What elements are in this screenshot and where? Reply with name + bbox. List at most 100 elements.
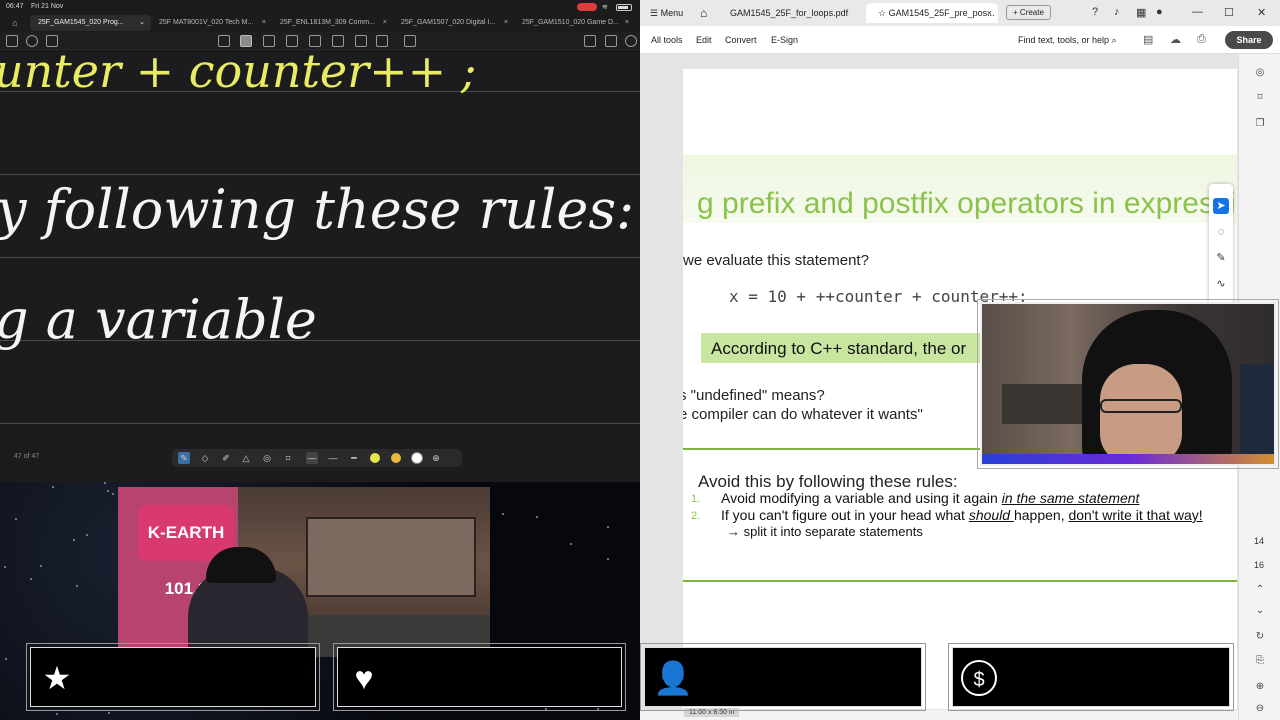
lasso-tool-icon[interactable]: ◎ xyxy=(261,452,273,464)
color-swatch-yellow[interactable] xyxy=(370,453,380,463)
heart-icon: ♥ xyxy=(354,660,374,696)
thickness-bold-icon[interactable]: ━ xyxy=(348,452,360,464)
like-alert-box: ♥ xyxy=(333,643,626,711)
studio-window xyxy=(306,517,476,597)
add-page-icon[interactable] xyxy=(605,35,617,47)
draw-icon[interactable]: ∿ xyxy=(1213,276,1229,292)
upload-icon[interactable]: ☁ xyxy=(1170,33,1181,46)
star-dot xyxy=(86,534,88,536)
star-dot xyxy=(607,526,609,528)
page-counter: 47 of 47 xyxy=(14,453,40,460)
star-dot xyxy=(502,513,504,515)
select-cursor-icon[interactable]: ➤ xyxy=(1213,198,1229,214)
pen-icon[interactable]: ✎ xyxy=(178,452,190,464)
chevron-down-icon[interactable]: ⌄ xyxy=(139,15,145,31)
color-swatch-white[interactable] xyxy=(412,453,422,463)
all-tools-menu[interactable]: All tools xyxy=(651,35,683,45)
page-number-total: 16 xyxy=(1253,560,1264,570)
create-button[interactable]: + Create xyxy=(1006,5,1051,20)
notifications-icon[interactable]: ♪ xyxy=(1114,6,1120,18)
help-icon[interactable]: ? xyxy=(1092,6,1098,18)
comment-panel-icon[interactable]: ◎ xyxy=(1253,66,1267,80)
share-icon[interactable] xyxy=(584,35,596,47)
ruled-line xyxy=(0,174,640,175)
find-field[interactable]: Find text, tools, or help ⌕ xyxy=(1018,35,1117,46)
status-date: Fri 21 Nov xyxy=(31,3,64,10)
acrobat-toolbar: All tools Edit Convert E-Sign Find text,… xyxy=(640,26,1280,54)
apps-icon[interactable]: ▦ xyxy=(1136,6,1146,19)
convert-menu[interactable]: Convert xyxy=(725,35,757,45)
home-icon[interactable]: ⌂ xyxy=(700,6,707,20)
ipad-tab-5[interactable]: 25F_GAM1510_020 Game D... × xyxy=(514,15,635,31)
share-button[interactable]: Share xyxy=(1225,31,1273,49)
star-dot xyxy=(570,543,572,545)
star-dot xyxy=(73,539,75,541)
zoom-in-icon[interactable]: ⊕ xyxy=(1253,680,1267,694)
close-icon[interactable]: × xyxy=(504,15,508,31)
add-user-icon: 👤 xyxy=(653,660,693,696)
acrobat-tab-pre-post[interactable]: ☆ GAM1545_25F_pre_pos... × xyxy=(866,3,998,23)
eraser-icon[interactable]: ◇ xyxy=(199,452,211,464)
print-icon[interactable]: ⎙ xyxy=(1197,33,1206,46)
highlight-pen-icon[interactable]: ✎ xyxy=(1213,250,1229,266)
color-swatch-gold[interactable] xyxy=(391,453,401,463)
rule-2-text-b: happen, xyxy=(1013,507,1069,523)
page-up-icon[interactable]: ⌃ xyxy=(1253,583,1267,597)
rule-2-sub: → split it into separate statements xyxy=(727,524,923,539)
menu-button[interactable]: ☰ Menu xyxy=(650,8,683,19)
notes-canvas[interactable]: unter + counter++ ; y following these ru… xyxy=(0,44,640,482)
home-icon[interactable]: ⌂ xyxy=(0,18,30,28)
close-window-icon[interactable]: ✕ xyxy=(1257,6,1266,19)
close-icon[interactable]: × xyxy=(262,15,266,31)
battery-icon xyxy=(616,4,632,11)
maximize-icon[interactable]: ☐ xyxy=(1224,6,1234,19)
close-icon[interactable]: × xyxy=(987,3,992,23)
page-number-current[interactable]: 14 xyxy=(1247,536,1271,546)
list-number: 1. xyxy=(691,493,701,505)
avatar[interactable]: ● xyxy=(1156,6,1163,18)
slide-title: g prefix and postfix operators in expres… xyxy=(697,187,1236,220)
ruled-line xyxy=(0,257,640,258)
acrobat-tab-for-loops[interactable]: GAM1545_25F_for_loops.pdf xyxy=(718,3,858,23)
star-dot xyxy=(545,708,547,710)
close-icon[interactable]: × xyxy=(625,15,629,31)
pages-panel-icon[interactable]: ❐ xyxy=(1253,117,1267,131)
dollar-icon: $ xyxy=(961,660,997,696)
handwriting-line-3: g a variable xyxy=(0,288,317,351)
recording-indicator-icon xyxy=(577,3,597,11)
ipad-tab-2[interactable]: 25F MAT8001V_020 Tech M... × xyxy=(151,15,272,31)
comment-icon[interactable]: ◌ xyxy=(1213,224,1229,240)
star-dot xyxy=(52,486,54,488)
esign-menu[interactable]: E-Sign xyxy=(771,35,798,45)
save-icon[interactable]: ▤ xyxy=(1143,33,1153,46)
fit-page-icon[interactable]: ⎘ xyxy=(1253,654,1267,668)
bookmark-panel-icon[interactable]: ⌑ xyxy=(1253,91,1267,105)
undefined-answer: e compiler can do whatever it wants" xyxy=(683,406,923,423)
find-label: Find text, tools, or help xyxy=(1018,35,1110,45)
zoom-out-icon[interactable]: ⊖ xyxy=(1253,702,1267,716)
star-dot xyxy=(5,658,7,660)
ipad-tab-3[interactable]: 25F_ENL1813M_309 Comm... × xyxy=(272,15,393,31)
tape-icon[interactable]: ⌗ xyxy=(282,452,294,464)
close-icon[interactable]: × xyxy=(383,15,387,31)
thickness-fine-icon[interactable]: — xyxy=(306,452,318,464)
highlighter-icon[interactable]: ✐ xyxy=(220,452,232,464)
star-dot xyxy=(76,585,78,587)
donation-alert-box: $ xyxy=(948,643,1234,711)
ipad-tab-4[interactable]: 25F_GAM1507_020 Digital I... × xyxy=(393,15,514,31)
tab-label: 25F_GAM1507_020 Digital I... xyxy=(401,19,496,26)
thickness-medium-icon[interactable]: — xyxy=(327,452,339,464)
rule-1-text: Avoid modifying a variable and using it … xyxy=(721,490,1002,506)
rules-heading: Avoid this by following these rules: xyxy=(698,472,958,491)
more-icon[interactable] xyxy=(625,35,637,47)
star-dot xyxy=(56,713,58,715)
shape-tool-icon[interactable]: △ xyxy=(240,452,252,464)
search-icon: ⌕ xyxy=(1111,35,1117,45)
rotate-icon[interactable]: ↻ xyxy=(1253,630,1267,644)
minimize-icon[interactable]: — xyxy=(1192,6,1203,18)
add-color-icon[interactable]: ⊕ xyxy=(430,452,442,464)
ipad-tab-1[interactable]: 25F_GAM1545_020 Prog... ⌄ xyxy=(30,15,151,31)
edit-menu[interactable]: Edit xyxy=(696,35,712,45)
page-down-icon[interactable]: ⌄ xyxy=(1253,604,1267,618)
ipad-status-bar: 06:47 Fri 21 Nov ≋ xyxy=(0,0,640,14)
